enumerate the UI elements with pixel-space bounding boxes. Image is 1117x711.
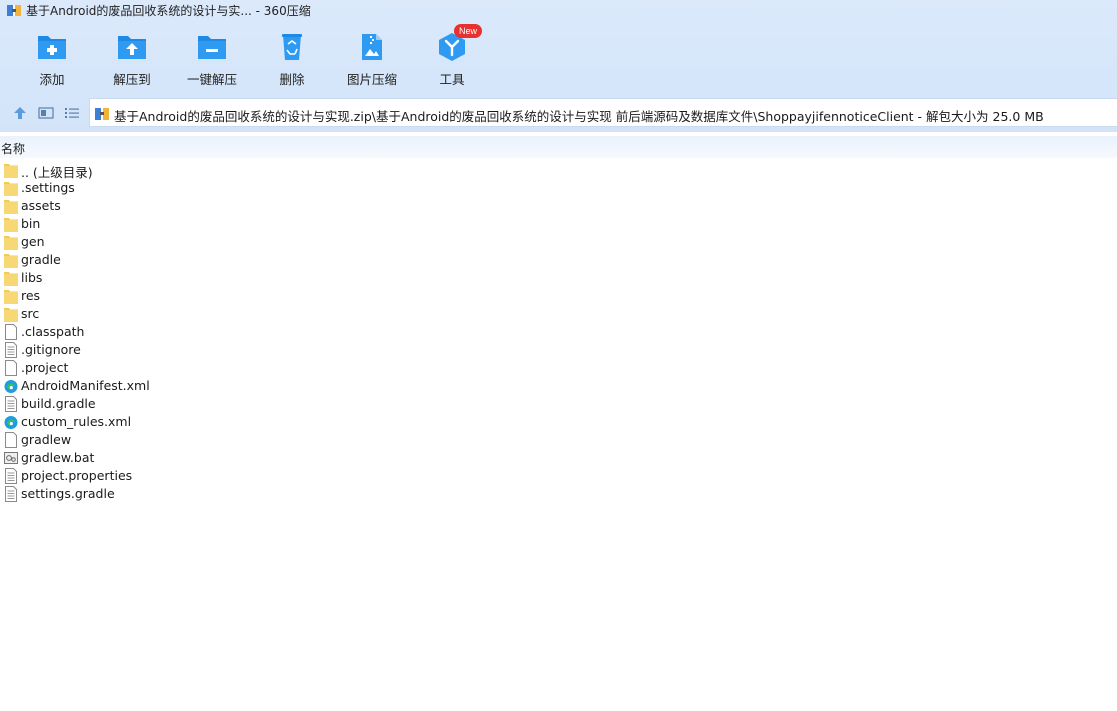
title-bar: 基于Android的废品回收系统的设计与实... - 360压缩: [0, 0, 1117, 20]
one-click-extract-icon: [198, 36, 226, 59]
file-row[interactable]: gradle: [0, 251, 1117, 269]
folder-icon: [4, 198, 18, 214]
zip-archive-icon: [95, 108, 109, 120]
app-archive-icon: [7, 5, 21, 16]
address-bar[interactable]: 基于Android的废品回收系统的设计与实现.zip\基于Android的废品回…: [89, 98, 1117, 127]
toolbar: 添加 解压到 一键解压 删除 图片压缩 New 工具: [0, 22, 1117, 90]
file-row[interactable]: .classpath: [0, 323, 1117, 341]
text-file-icon: [4, 468, 18, 484]
new-badge: New: [454, 24, 482, 38]
up-arrow-icon[interactable]: [12, 106, 28, 120]
file-name: .gitignore: [21, 342, 81, 357]
file-row[interactable]: .settings: [0, 179, 1117, 197]
file-row[interactable]: src: [0, 305, 1117, 323]
file-name: settings.gradle: [21, 486, 115, 501]
folder-icon: [4, 216, 18, 232]
one-click-extract-button[interactable]: 一键解压: [172, 22, 252, 88]
text-file-icon: [4, 486, 18, 502]
add-button[interactable]: 添加: [12, 22, 92, 88]
file-row[interactable]: custom_rules.xml: [0, 413, 1117, 431]
file-row[interactable]: gen: [0, 233, 1117, 251]
add-folder-icon: [38, 36, 66, 59]
text-file-icon: [4, 396, 18, 412]
folder-icon: [4, 306, 18, 322]
bat-file-icon: [4, 450, 18, 466]
delete-button[interactable]: 删除: [252, 22, 332, 88]
file-row[interactable]: assets: [0, 197, 1117, 215]
image-compress-button[interactable]: 图片压缩: [332, 22, 412, 88]
file-row[interactable]: libs: [0, 269, 1117, 287]
file-row[interactable]: .. (上级目录): [0, 161, 1117, 180]
blank-file-icon: [4, 432, 18, 448]
file-list: .. (上级目录) .settings assets bin gen gradle libs…: [0, 161, 1117, 503]
image-compress-icon: [362, 34, 382, 60]
file-row[interactable]: res: [0, 287, 1117, 305]
extract-to-label: 解压到: [113, 72, 151, 87]
file-row[interactable]: settings.gradle: [0, 485, 1117, 503]
file-row[interactable]: gradlew: [0, 431, 1117, 449]
file-row[interactable]: .project: [0, 359, 1117, 377]
file-name: .classpath: [21, 324, 85, 339]
file-name: .project: [21, 360, 69, 375]
folder-icon: [4, 162, 18, 178]
file-row[interactable]: .gitignore: [0, 341, 1117, 359]
file-row[interactable]: AndroidManifest.xml: [0, 377, 1117, 395]
extract-to-button[interactable]: 解压到: [92, 22, 172, 88]
file-name: project.properties: [21, 468, 133, 483]
tools-label: 工具: [439, 72, 465, 87]
file-name: res: [21, 288, 41, 303]
folder-icon: [4, 288, 18, 304]
header-area: 基于Android的废品回收系统的设计与实... - 360压缩 添加 解压到: [0, 0, 1117, 132]
file-row[interactable]: project.properties: [0, 467, 1117, 485]
edge-xml-icon: [4, 414, 18, 430]
file-row[interactable]: gradlew.bat: [0, 449, 1117, 467]
file-name: assets: [21, 198, 61, 213]
address-row: 基于Android的废品回收系统的设计与实现.zip\基于Android的废品回…: [0, 98, 1117, 128]
file-name: gradlew: [21, 432, 72, 447]
column-header-name[interactable]: 名称: [0, 136, 1117, 158]
edge-xml-icon: [4, 378, 18, 394]
address-path: 基于Android的废品回收系统的设计与实现.zip\基于Android的废品回…: [114, 109, 1044, 124]
text-file-icon: [4, 342, 18, 358]
file-name: src: [21, 306, 40, 321]
file-name: .settings: [21, 180, 75, 195]
blank-file-icon: [4, 360, 18, 376]
file-name: gradle: [21, 252, 61, 267]
file-row[interactable]: build.gradle: [0, 395, 1117, 413]
recycle-bin-icon: [282, 34, 302, 60]
file-row[interactable]: bin: [0, 215, 1117, 233]
folder-icon: [4, 270, 18, 286]
add-label: 添加: [39, 72, 65, 87]
file-name: gen: [21, 234, 45, 249]
one-click-extract-label: 一键解压: [186, 72, 237, 87]
window-title: 基于Android的废品回收系统的设计与实... - 360压缩: [26, 4, 311, 18]
column-name-label: 名称: [1, 142, 26, 156]
image-compress-label: 图片压缩: [346, 72, 397, 87]
extract-to-icon: [118, 36, 146, 59]
folder-icon: [4, 180, 18, 196]
file-name: build.gradle: [21, 396, 96, 411]
thumbnail-view-icon[interactable]: [38, 106, 54, 120]
delete-label: 删除: [279, 72, 305, 87]
folder-icon: [4, 252, 18, 268]
file-name: custom_rules.xml: [21, 414, 132, 429]
folder-icon: [4, 234, 18, 250]
file-name: AndroidManifest.xml: [21, 378, 150, 393]
blank-file-icon: [4, 324, 18, 340]
file-name: libs: [21, 270, 43, 285]
list-view-icon[interactable]: [64, 106, 80, 120]
tools-button[interactable]: New 工具: [412, 22, 492, 88]
file-name: gradlew.bat: [21, 450, 95, 465]
file-name: bin: [21, 216, 41, 231]
